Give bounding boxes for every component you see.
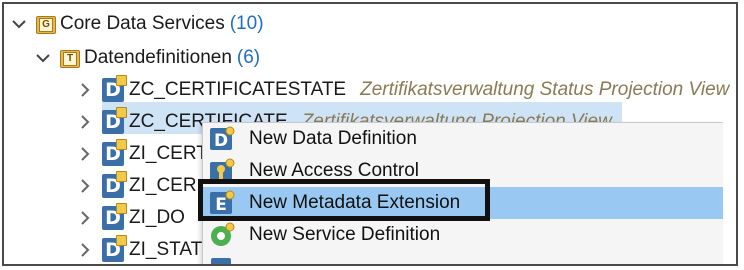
node-label: Core Data Services — [60, 13, 225, 34]
data-definition-icon: D — [102, 139, 127, 166]
entry-name: ZI_STAT — [129, 239, 203, 260]
node-count: (6) — [236, 47, 261, 68]
tree-node-entry[interactable]: D ZI_CER — [74, 170, 197, 202]
folder-icon: T — [60, 49, 80, 68]
chevron-down-icon[interactable] — [8, 13, 30, 35]
data-definition-icon: D — [209, 126, 235, 152]
data-definition-icon: D — [102, 75, 127, 102]
chevron-right-icon[interactable] — [74, 207, 96, 229]
menu-item-partial[interactable] — [203, 251, 723, 264]
data-definition-icon: D — [102, 171, 127, 198]
tree-node-entry[interactable]: D ZC_CERTIFICATESTATE Zertifikatsverwalt… — [74, 74, 729, 106]
data-definition-icon: D — [102, 203, 127, 230]
menu-item-new-data-definition[interactable]: D New Data Definition — [203, 123, 723, 155]
tree-node-entry[interactable]: D ZI_DO — [74, 202, 185, 234]
package-folder-icon: G — [36, 15, 56, 34]
node-count: (10) — [229, 13, 264, 34]
chevron-right-icon[interactable] — [74, 111, 96, 133]
chevron-right-icon[interactable] — [74, 79, 96, 101]
tree-node-core-data-services[interactable]: G Core Data Services (10) — [8, 8, 264, 40]
tree-node-entry[interactable]: D ZI_CERT — [74, 138, 208, 170]
svg-text:D: D — [214, 131, 228, 151]
tree-node-entry[interactable]: D ZI_STAT — [74, 234, 203, 264]
chevron-right-icon[interactable] — [74, 175, 96, 197]
entry-name: ZC_CERTIFICATESTATE — [129, 79, 347, 100]
menu-item-label: New Data Definition — [249, 128, 417, 149]
entry-name: ZI_DO — [129, 207, 185, 228]
tree-node-datendefinitionen[interactable]: T Datendefinitionen (6) — [32, 42, 260, 74]
menu-item-label: New Service Definition — [249, 224, 441, 245]
chevron-right-icon[interactable] — [74, 143, 96, 165]
entry-description: Zertifikatsverwaltung Status Projection … — [360, 79, 730, 100]
data-definition-icon: D — [102, 107, 127, 134]
entry-name: ZI_CER — [129, 175, 197, 196]
node-label: Datendefinitionen — [84, 47, 232, 68]
emphasis-highlight-box — [198, 179, 490, 221]
chevron-right-icon[interactable] — [74, 239, 96, 261]
entry-name: ZI_CERT — [129, 143, 208, 164]
data-definition-icon: D — [102, 235, 127, 262]
menu-item-new-service-definition[interactable]: New Service Definition — [203, 219, 723, 251]
project-explorer-tree: G Core Data Services (10) T Datendefinit… — [2, 2, 738, 266]
chevron-down-icon[interactable] — [32, 47, 54, 69]
service-definition-icon — [209, 222, 235, 248]
partial-menu-icon — [209, 254, 235, 264]
